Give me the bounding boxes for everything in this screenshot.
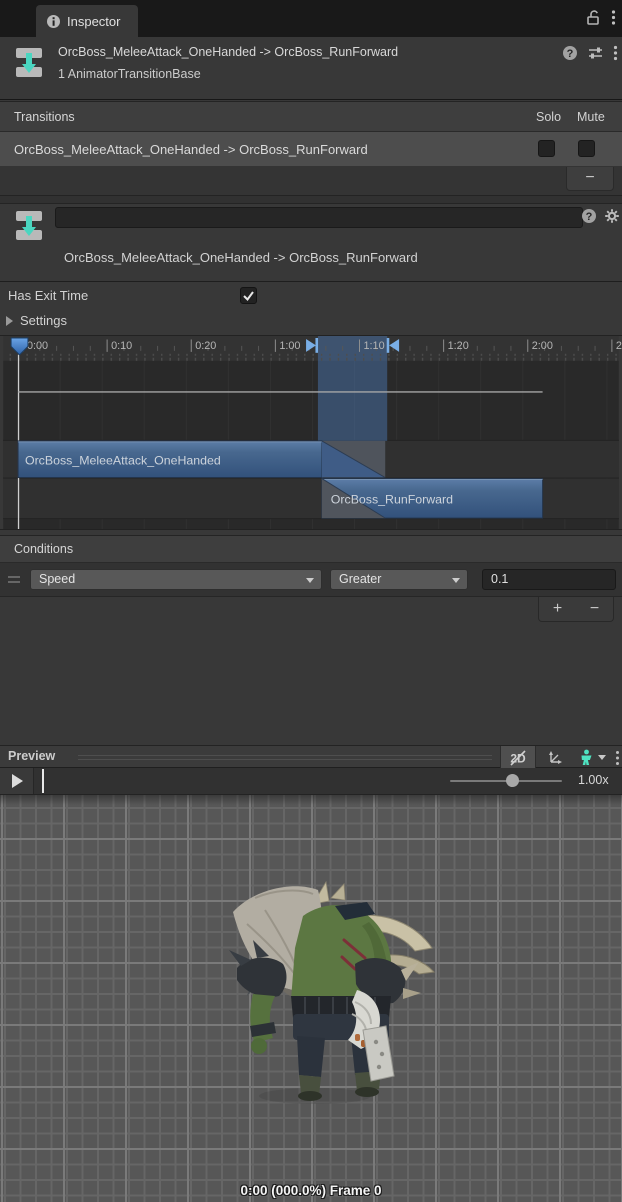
ruler-tick-label: 0:10 (111, 340, 132, 352)
solo-column-label: Solo (536, 110, 561, 124)
preview-viewport[interactable]: 0:00 (000.0%) Frame 0 (0, 795, 622, 1202)
tab-inspector[interactable]: Inspector (36, 5, 138, 37)
animator-transition-icon (12, 45, 46, 79)
condition-operator-dropdown[interactable]: Greater (330, 569, 468, 590)
transitions-list-header: Transitions Solo Mute (0, 101, 622, 132)
mute-column-label: Mute (577, 110, 605, 124)
tab-label: Inspector (67, 14, 120, 29)
solo-checkbox[interactable] (538, 140, 555, 157)
has-exit-time-checkbox[interactable] (240, 287, 257, 304)
foldout-arrow-icon (6, 316, 13, 326)
transition-header: OrcBoss_MeleeAttack_OneHanded -> OrcBoss… (0, 37, 622, 100)
gear-icon[interactable] (604, 208, 620, 224)
avatar-icon (579, 749, 594, 766)
remove-condition-button[interactable]: − (576, 597, 613, 621)
conditions-footer: + − (0, 597, 622, 625)
add-condition-button[interactable]: + (539, 597, 576, 621)
transitions-title: Transitions (14, 110, 75, 124)
transitions-list-footer: − (0, 166, 622, 196)
transition-timeline[interactable]: 0:00 0:10 0:20 1:00 1:10 1:20 2:00 2:10 (0, 335, 622, 530)
axis-gizmo-icon (546, 750, 563, 766)
preview-status-text: 0:00 (000.0%) Frame 0 (0, 1183, 622, 1198)
ruler-tick-label: 1:20 (448, 340, 469, 352)
viewport-top-shade (0, 795, 622, 805)
condition-row: Speed Greater 0.1 (0, 563, 622, 597)
play-button[interactable] (0, 768, 34, 794)
kebab-menu-icon[interactable] (612, 746, 622, 769)
conditions-header: Conditions (0, 535, 622, 563)
drag-handle-icon[interactable] (8, 576, 20, 583)
has-exit-time-row: Has Exit Time (0, 286, 622, 308)
transition-row-label: OrcBoss_MeleeAttack_OneHanded -> OrcBoss… (14, 142, 368, 157)
svg-text:?: ? (586, 211, 593, 223)
condition-parameter-dropdown[interactable]: Speed (30, 569, 322, 590)
has-exit-time-label: Has Exit Time (8, 288, 88, 303)
help-icon[interactable]: ? (562, 45, 578, 61)
chevron-down-icon (598, 755, 606, 760)
ruler-tick-label: 1:10 (363, 340, 384, 352)
condition-parameter-value: Speed (39, 572, 75, 586)
play-icon (12, 774, 23, 788)
settings-label: Settings (20, 313, 67, 328)
condition-value-field[interactable]: 0.1 (482, 569, 616, 590)
remove-transition-button[interactable]: − (566, 167, 614, 191)
transition-name-input[interactable] (55, 207, 583, 228)
condition-operator-value: Greater (339, 572, 381, 586)
conditions-title: Conditions (14, 542, 73, 556)
animator-transition-icon (12, 208, 46, 242)
destination-clip-bar[interactable]: OrcBoss_RunForward (322, 479, 543, 519)
presets-icon[interactable] (587, 45, 604, 61)
source-clip-bar[interactable]: OrcBoss_MeleeAttack_OneHanded (18, 441, 385, 478)
settings-foldout[interactable]: Settings (0, 311, 622, 333)
ruler-tick-label: 2:10 (616, 340, 622, 352)
source-clip-label: OrcBoss_MeleeAttack_OneHanded (25, 454, 221, 468)
toggle-2d-button[interactable]: 2D (500, 746, 536, 769)
info-icon (46, 14, 61, 29)
unlock-icon[interactable] (585, 9, 601, 26)
ruler-tick-label: 1:00 (279, 340, 300, 352)
preview-scrub-playhead[interactable] (42, 769, 44, 793)
help-icon[interactable]: ? (581, 208, 597, 224)
speed-slider-thumb[interactable] (506, 774, 519, 787)
mute-checkbox[interactable] (578, 140, 595, 157)
speed-value-label: 1.00x (578, 773, 609, 787)
transition-title: OrcBoss_MeleeAttack_OneHanded -> OrcBoss… (58, 45, 518, 59)
kebab-menu-icon[interactable] (613, 45, 618, 61)
orc-character-model (195, 880, 435, 1110)
tab-bar: Inspector (0, 0, 622, 37)
chevron-down-icon (452, 578, 460, 583)
transition-display-name: OrcBoss_MeleeAttack_OneHanded -> OrcBoss… (64, 250, 418, 265)
transition-name-block: ? OrcBoss_MeleeAttack_OneHanded -> OrcBo… (0, 204, 622, 282)
transition-list-row[interactable]: OrcBoss_MeleeAttack_OneHanded -> OrcBoss… (0, 132, 622, 166)
transition-subtitle: 1 AnimatorTransitionBase (58, 67, 201, 81)
2d-slash-icon: 2D (507, 750, 529, 766)
pivot-axis-button[interactable] (537, 746, 571, 769)
preview-title: Preview (8, 749, 55, 763)
chevron-down-icon (306, 578, 314, 583)
preview-controls: 1.00x (0, 768, 622, 795)
destination-clip-label: OrcBoss_RunForward (331, 492, 453, 506)
section-divider (0, 196, 622, 204)
ruler-tick-label: 2:00 (532, 340, 553, 352)
ruler-tick-label: 0:20 (195, 340, 216, 352)
preview-resize-handle[interactable] (78, 755, 492, 760)
preview-header: Preview 2D (0, 745, 622, 768)
svg-text:?: ? (567, 48, 574, 60)
ruler-tick-label: 0:00 (27, 340, 48, 352)
inspector-window: Inspector OrcBoss_MeleeAttack_OneHanded … (0, 0, 622, 1202)
avatar-preview-button[interactable] (572, 746, 612, 769)
check-icon (241, 288, 256, 303)
ruler-minor-strip (3, 354, 619, 361)
kebab-menu-icon[interactable] (611, 9, 616, 26)
